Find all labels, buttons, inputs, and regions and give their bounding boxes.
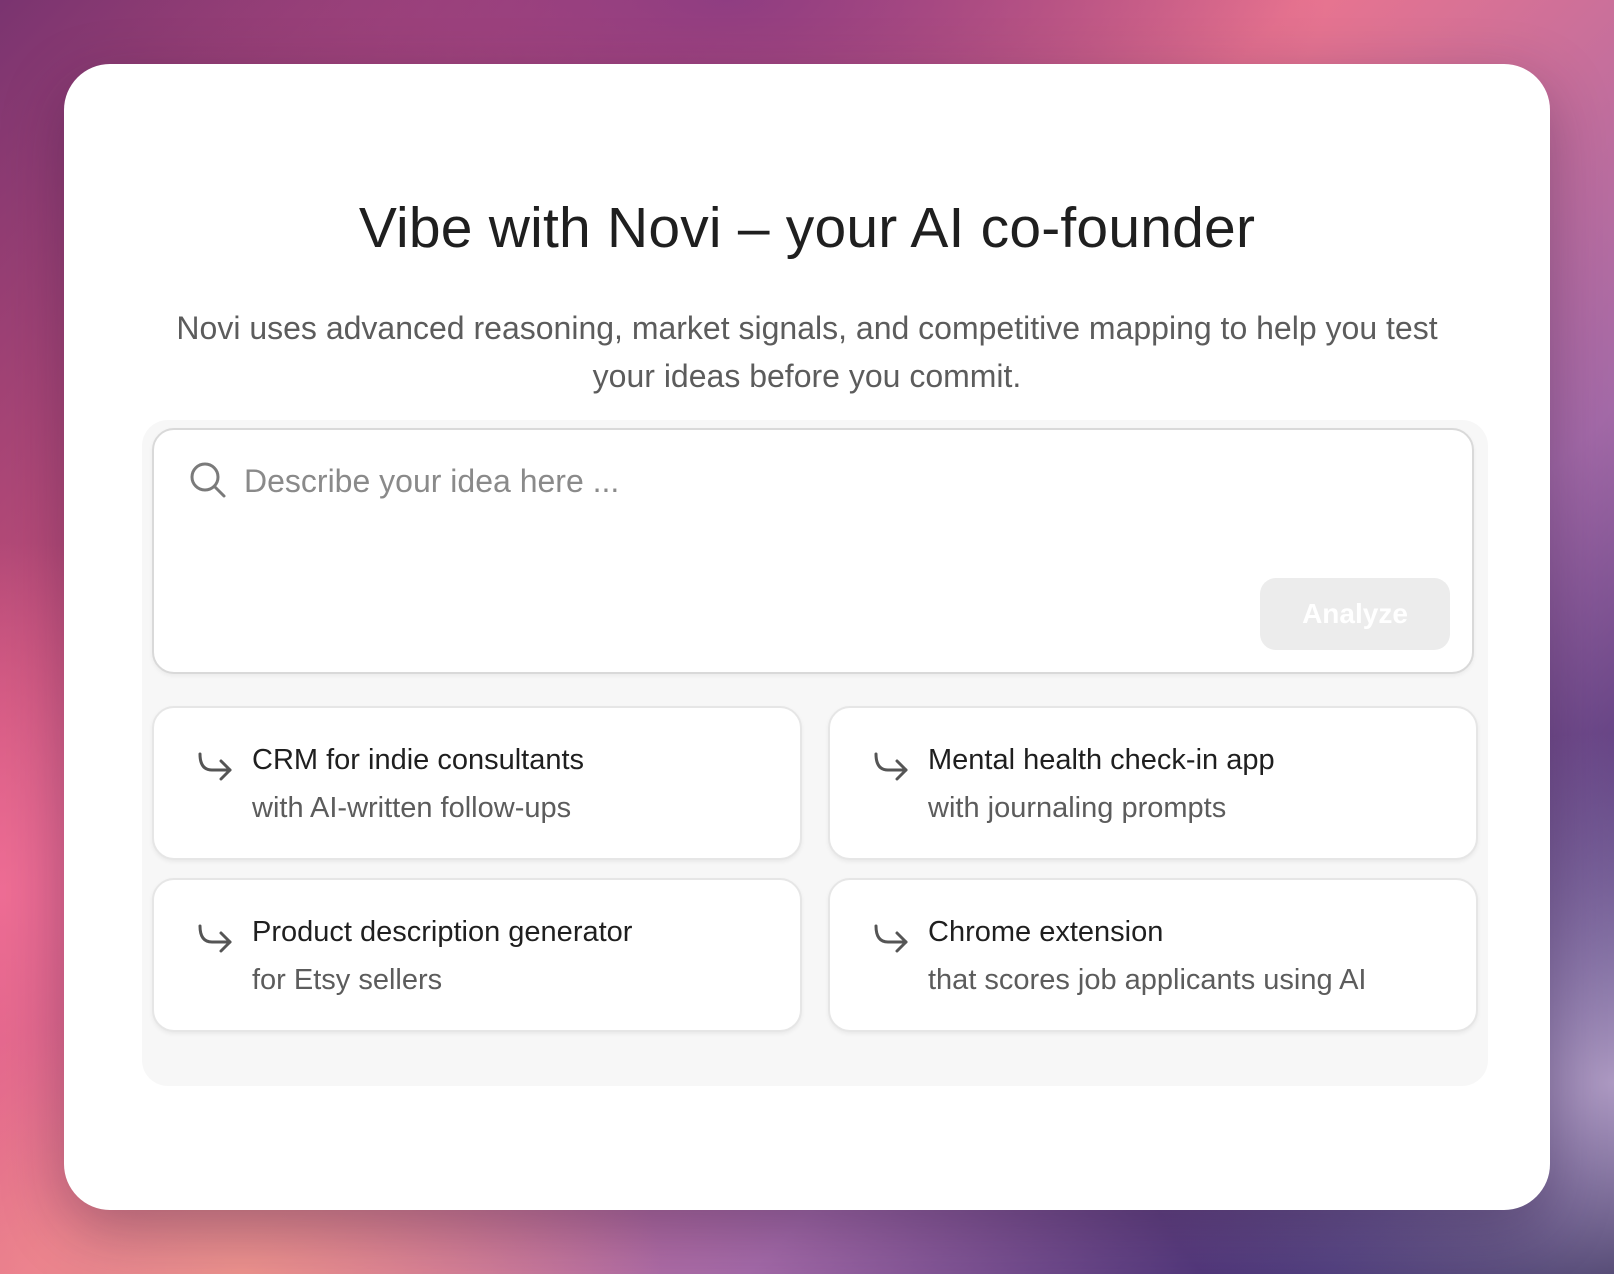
suggestion-card[interactable]: Product description generator for Etsy s… [152,878,802,1032]
arrow-turn-icon [198,752,232,781]
arrow-turn-icon [874,752,908,781]
suggestion-card[interactable]: Mental health check-in app with journali… [828,706,1478,860]
suggestion-subtitle: with journaling prompts [928,792,1227,824]
idea-input[interactable] [242,452,1426,510]
suggestion-subtitle: with AI-written follow-ups [252,792,572,824]
page-title: Vibe with Novi – your AI co-founder [358,196,1256,260]
suggestion-title: Mental health check-in app [928,744,1275,776]
arrow-turn-icon [874,924,908,953]
suggestion-title: Chrome extension [928,916,1164,948]
suggestion-card[interactable]: CRM for indie consultants with AI-writte… [152,706,802,860]
arrow-turn-icon [198,924,232,953]
analyze-button[interactable]: Analyze [1260,578,1450,650]
idea-input-box[interactable]: Analyze [152,428,1474,674]
idea-panel: Analyze CRM for indie consultants with A… [142,420,1488,1086]
suggestion-subtitle: that scores job applicants using AI [928,964,1367,996]
suggestion-title: Product description generator [252,916,633,948]
page-subtitle: Novi uses advanced reasoning, market sig… [176,310,1438,394]
suggestion-card[interactable]: Chrome extension that scores job applica… [828,878,1478,1032]
main-card: Vibe with Novi – your AI co-founder Novi… [64,64,1550,1210]
suggestion-subtitle: for Etsy sellers [252,964,443,996]
search-icon [190,462,226,498]
suggestion-title: CRM for indie consultants [252,744,585,776]
